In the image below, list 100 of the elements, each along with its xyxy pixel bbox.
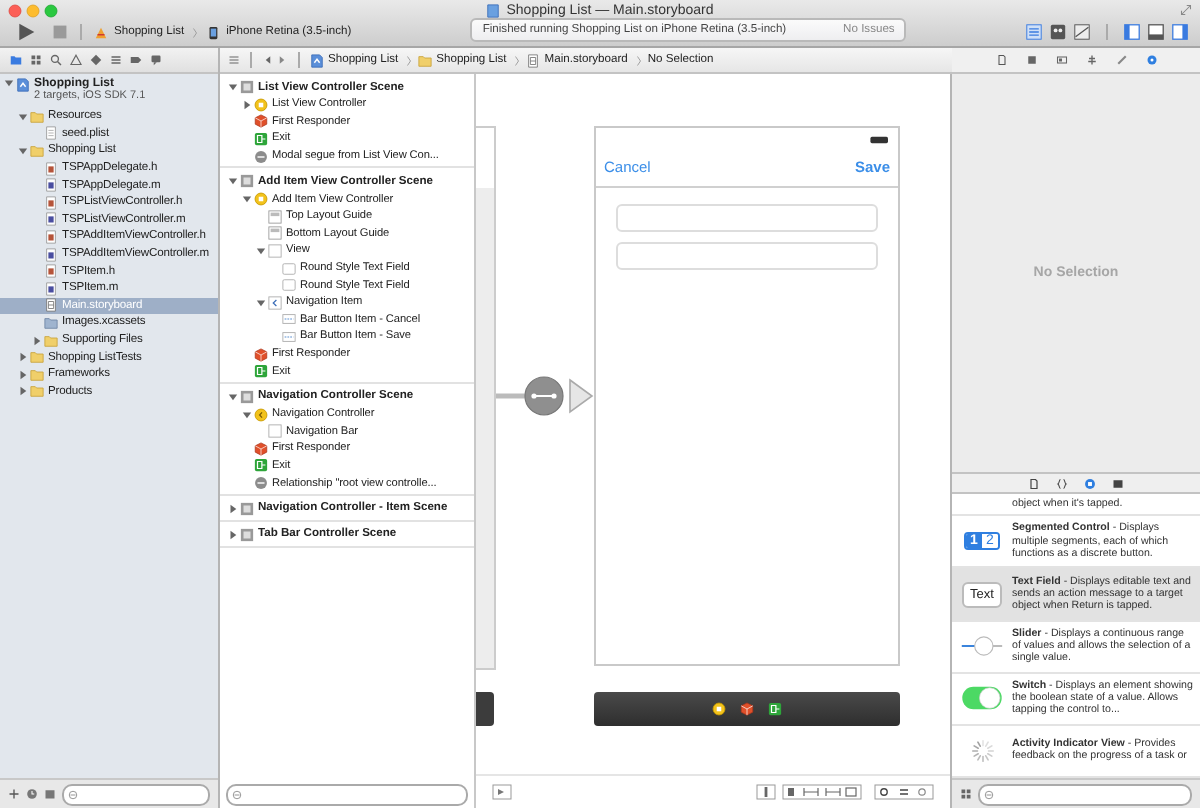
document-icon [486,3,501,17]
phone-icon [206,25,221,39]
grid-icon[interactable] [960,788,972,800]
exit-icon [254,364,268,379]
file-icon[interactable] [1028,477,1040,489]
scene-icon [240,389,254,404]
cube-icon [254,114,268,129]
controller-icon [254,407,268,422]
cube-icon [254,441,268,456]
close-icon[interactable] [8,3,22,17]
attributes-icon[interactable] [1085,54,1097,66]
filter-field[interactable] [978,783,1192,805]
version-editor-icon[interactable] [1074,24,1090,40]
fullscreen-icon[interactable] [1180,4,1192,16]
exit-icon [254,458,268,473]
disclosure-triangle-icon[interactable] [228,529,238,540]
filter-icon [984,789,994,799]
disclosure-triangle-icon[interactable] [228,503,238,514]
chevron-icon [406,53,413,67]
project-file-icon [310,53,324,67]
battery-icon [870,136,890,144]
navigation-item-icon [268,295,282,310]
storyboard-file-icon [526,53,541,67]
size-icon[interactable] [756,784,776,800]
controller-icon [711,702,725,716]
media-icon[interactable] [1112,477,1124,489]
assistant-editor-icon[interactable] [1050,24,1066,40]
disclosure-triangle-icon[interactable] [242,194,252,205]
disclosure-triangle-icon[interactable] [228,391,238,402]
disclosure-triangle-icon[interactable] [256,245,266,256]
add-icon[interactable] [8,788,20,800]
disclosure-triangle-icon[interactable] [18,369,28,380]
chevron-icon [635,53,642,67]
disclosure-triangle-icon[interactable] [18,111,28,122]
right-panel-icon[interactable] [1172,24,1188,40]
chevron-icon [192,25,199,39]
braces-icon[interactable] [1056,477,1068,489]
toggle-outline-icon[interactable] [492,784,512,800]
view-icon [268,243,282,258]
asset-folder-icon [44,315,58,330]
object-library-icon[interactable] [1084,477,1096,489]
text-field[interactable] [616,204,878,232]
forward-icon[interactable] [276,54,288,66]
warning-icon[interactable] [70,54,82,66]
bottom-panel-icon[interactable] [1148,24,1164,40]
chevron-icon [514,53,521,67]
segue-icon [254,149,268,164]
filter-icon [68,789,78,799]
left-panel-icon[interactable] [1124,24,1140,40]
disclosure-triangle-icon[interactable] [228,82,238,92]
tag-icon[interactable] [130,54,142,66]
disclosure-triangle-icon[interactable] [256,297,266,308]
run-icon[interactable] [16,22,36,42]
folder-icon [418,53,433,67]
disclosure-triangle-icon[interactable] [242,409,252,420]
diamond-icon[interactable] [90,54,102,66]
switch-icon [960,686,1004,711]
filter-icon [232,789,242,799]
scene-icon [240,174,254,189]
segue-icon [254,476,268,491]
disclosure-triangle-icon[interactable] [18,145,28,156]
box-icon[interactable] [44,788,56,800]
search-icon[interactable] [50,54,62,66]
cube-icon [254,347,268,362]
exit-icon [254,131,268,146]
file-icon[interactable] [995,54,1007,66]
speech-bubble-icon[interactable] [150,54,162,66]
scene-icon [240,80,254,94]
zoom-controls-icon[interactable] [874,784,934,800]
scene-dock [476,692,494,726]
slider-icon [960,634,1004,659]
align-pin-resolve-icon[interactable] [782,784,862,800]
back-icon[interactable] [262,54,274,66]
exit-icon [767,702,781,716]
text-field[interactable] [616,242,878,270]
identity-icon[interactable] [1055,54,1067,66]
storyboard-file-icon [44,298,58,313]
filter-field[interactable] [226,783,468,805]
disclosure-triangle-icon[interactable] [242,99,252,110]
list-icon[interactable] [110,54,122,66]
scheme-icon [94,25,108,39]
spinner-icon [969,737,995,764]
disclosure-triangle-icon[interactable] [32,335,42,346]
controller-icon [254,192,268,207]
folder-icon [30,109,44,124]
filter-field[interactable] [62,783,210,805]
cube-icon [739,702,753,716]
document-icon [44,126,58,141]
disclosure-triangle-icon[interactable] [228,176,238,187]
disclosure-triangle-icon[interactable] [18,352,28,363]
connections-icon[interactable] [1145,54,1157,66]
view-icon [268,424,282,439]
folder-icon [30,143,44,158]
hierarchy-icon[interactable] [30,54,42,66]
folder-icon[interactable] [10,54,22,66]
controller-icon [254,97,268,112]
disclosure-triangle-icon[interactable] [4,78,14,88]
clock-icon[interactable] [26,788,38,800]
project-file-icon [16,78,30,92]
disclosure-triangle-icon[interactable] [18,386,28,397]
